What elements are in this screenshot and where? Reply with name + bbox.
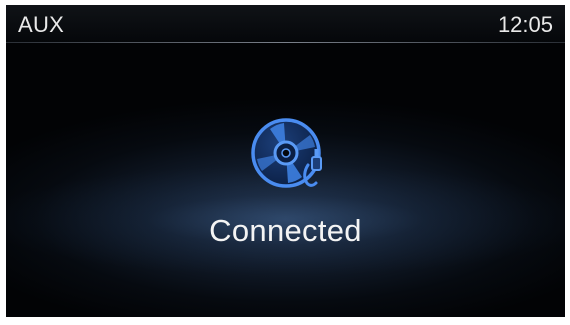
disc-with-aux-plug-icon xyxy=(251,118,322,188)
aux-screen: AUX 12:05 Connected xyxy=(6,5,565,317)
connection-status: Connected xyxy=(209,213,362,248)
clock: 12:05 xyxy=(497,12,553,37)
source-title: AUX xyxy=(18,12,65,37)
status-bar: AUX 12:05 xyxy=(6,5,565,42)
header-divider xyxy=(6,42,565,43)
